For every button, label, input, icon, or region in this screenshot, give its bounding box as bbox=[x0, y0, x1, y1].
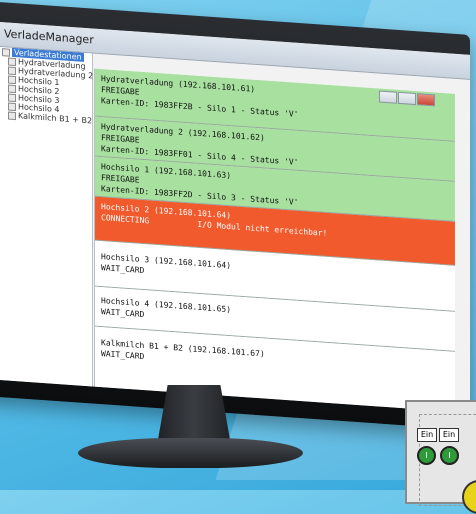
node-icon bbox=[8, 111, 16, 120]
monitor-stand-base bbox=[78, 438, 303, 468]
station-state: WAIT_CARD bbox=[101, 307, 145, 320]
on-button-right[interactable]: I bbox=[440, 446, 459, 465]
node-icon bbox=[8, 57, 16, 66]
station-state: WAIT_CARD bbox=[101, 349, 145, 362]
window-title: VerladeManager bbox=[4, 27, 94, 47]
monitor-screen: VerladeManager Verladestationen Hydratve… bbox=[0, 22, 470, 413]
on-button-left[interactable]: I bbox=[417, 446, 436, 465]
station-status-panel: Hydratverladung (192.168.101.61) FREIGAB… bbox=[94, 68, 455, 412]
station-tree: Verladestationen Hydratverladung Hydratv… bbox=[0, 47, 93, 387]
ein-label-left: Ein bbox=[417, 428, 437, 442]
ein-label-right: Ein bbox=[439, 428, 459, 442]
node-icon bbox=[8, 75, 16, 84]
folder-icon bbox=[2, 47, 10, 57]
node-icon bbox=[8, 102, 16, 111]
node-icon bbox=[8, 93, 16, 102]
control-box: Ein Ein I I bbox=[405, 400, 476, 514]
station-state: FREIGABE bbox=[101, 173, 140, 185]
station-state: FREIGABE bbox=[101, 85, 140, 97]
maximize-button[interactable] bbox=[398, 91, 416, 106]
station-state: WAIT_CARD bbox=[101, 263, 145, 276]
node-icon bbox=[8, 84, 16, 93]
station-state: FREIGABE bbox=[101, 133, 140, 145]
station-card-info: Karten-ID: 1983FF2B - Silo 1 - Status 'V… bbox=[101, 96, 299, 119]
minimize-button[interactable] bbox=[379, 90, 397, 104]
node-icon bbox=[8, 66, 16, 75]
close-button[interactable] bbox=[417, 93, 435, 107]
